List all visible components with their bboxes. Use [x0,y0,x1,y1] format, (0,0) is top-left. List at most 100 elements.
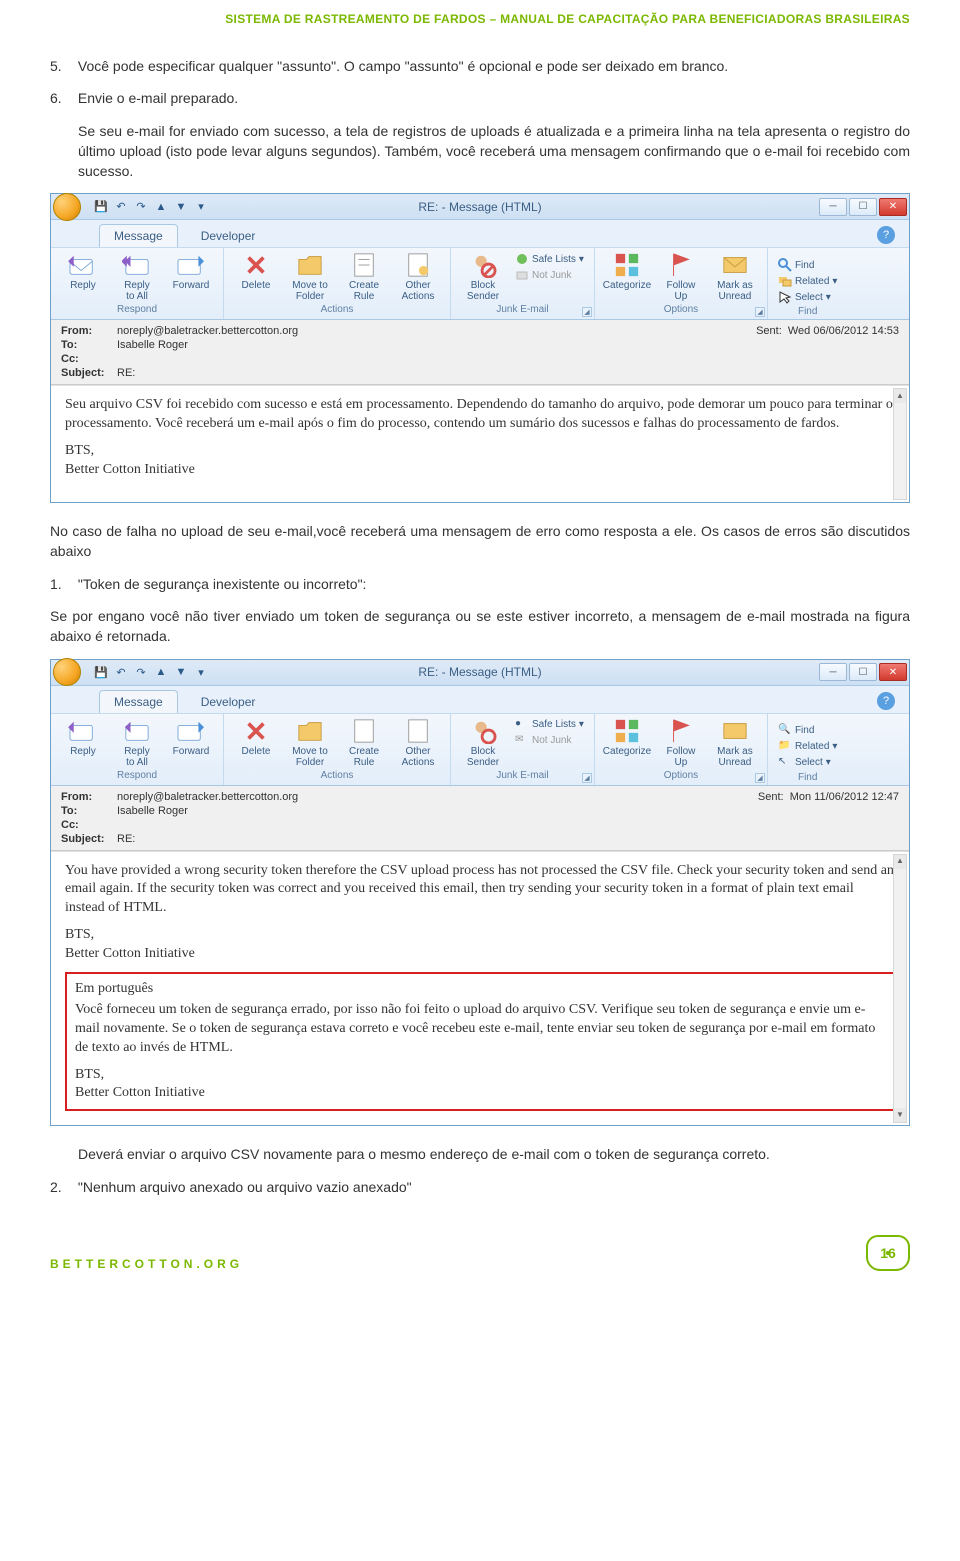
undo-icon[interactable]: ↶ [113,199,129,215]
related-icon: 📁 [778,740,792,754]
forward-button[interactable]: Forward [169,252,213,291]
other-actions-button[interactable]: Other Actions [396,718,440,768]
scrollbar[interactable]: ▲ ▼ [893,854,907,1124]
reply-button[interactable]: Reply [61,718,105,757]
email-signature-1: BTS, [65,442,895,461]
tab-message[interactable]: Message [99,224,178,247]
categorize-icon [612,252,642,278]
reply-all-button[interactable]: Reply to All [115,718,159,768]
reply-icon [68,718,98,744]
delete-button[interactable]: Delete [234,252,278,291]
list-item-6: 6. Envie o e-mail preparado. [50,88,910,108]
other-actions-button[interactable]: Other Actions [396,252,440,302]
follow-up-button[interactable]: Follow Up [659,252,703,302]
list-6-continuation: Se seu e-mail for enviado com sucesso, a… [50,121,910,182]
email-headers: From:noreply@baletracker.bettercotton.or… [51,786,909,851]
group-label-junk: Junk E-mail [461,768,584,781]
tab-message[interactable]: Message [99,690,178,713]
forward-button[interactable]: Forward [169,718,213,757]
dialog-launcher-icon[interactable]: ◢ [582,773,592,783]
group-label-find: Find [778,304,838,317]
move-to-folder-button[interactable]: Move to Folder [288,718,332,768]
select-icon [778,290,792,304]
mark-unread-button[interactable]: Mark as Unread [713,718,757,768]
block-sender-button[interactable]: Block Sender [461,252,505,302]
scroll-down-icon[interactable]: ▼ [894,1108,906,1122]
block-sender-button[interactable]: Block Sender [461,718,505,768]
to-value: Isabelle Roger [117,339,899,351]
reply-button[interactable]: Reply [61,252,105,291]
undo-icon[interactable]: ↶ [113,664,129,680]
delete-button[interactable]: Delete [234,718,278,757]
redo-icon[interactable]: ↷ [133,664,149,680]
flag-icon [666,718,696,744]
redo-icon[interactable]: ↷ [133,199,149,215]
find-button[interactable]: Find [778,258,838,272]
find-button[interactable]: 🔍Find [778,724,838,738]
related-icon [778,274,792,288]
help-icon[interactable]: ? [877,226,895,244]
block-sender-icon [468,252,498,278]
categorize-button[interactable]: Categorize [605,718,649,757]
reply-all-icon [122,718,152,744]
create-rule-button[interactable]: Create Rule [342,718,386,768]
select-button[interactable]: Select ▾ [778,290,838,304]
email-body: Seu arquivo CSV foi recebido com sucesso… [51,385,909,502]
qat-dropdown-icon[interactable]: ▾ [193,199,209,215]
not-junk-button[interactable]: Not Junk [515,268,584,282]
dialog-launcher-icon[interactable]: ◢ [582,307,592,317]
email-body: You have provided a wrong security token… [51,851,909,1126]
next-icon[interactable]: ▼ [173,199,189,215]
maximize-button[interactable]: ☐ [849,663,877,681]
safe-lists-button[interactable]: Safe Lists ▾ [515,252,584,266]
list-text-6: Envie o e-mail preparado. [78,90,238,106]
mid-paragraph-1: No caso de falha no upload de seu e-mail… [50,521,910,562]
prev-icon[interactable]: ▲ [153,199,169,215]
closing-paragraph: Deverá enviar o arquivo CSV novamente pa… [50,1144,910,1164]
safe-lists-button[interactable]: ●Safe Lists ▾ [515,718,584,732]
close-button[interactable]: ✕ [879,663,907,681]
mark-unread-button[interactable]: Mark as Unread [713,252,757,302]
related-button[interactable]: 📁Related ▾ [778,740,838,754]
save-icon[interactable]: 💾 [93,199,109,215]
group-respond: Reply Reply to All Forward Respond [51,714,224,785]
email-signature-1: BTS, [65,926,895,945]
follow-up-button[interactable]: Follow Up [659,718,703,768]
prev-icon[interactable]: ▲ [153,664,169,680]
reply-all-button[interactable]: Reply to All [115,252,159,302]
sent-value: Mon 11/06/2012 12:47 [790,791,899,803]
move-to-folder-button[interactable]: Move to Folder [288,252,332,302]
categorize-button[interactable]: Categorize [605,252,649,291]
minimize-button[interactable]: ─ [819,663,847,681]
maximize-button[interactable]: ☐ [849,198,877,216]
office-orb-icon[interactable] [53,658,81,686]
scroll-up-icon[interactable]: ▲ [894,855,906,869]
qat-dropdown-icon[interactable]: ▾ [193,664,209,680]
not-junk-button[interactable]: ✉Not Junk [515,734,584,748]
list-text-5: Você pode especificar qualquer "assunto"… [78,58,728,74]
email-paragraph: You have provided a wrong security token… [65,862,895,919]
dialog-launcher-icon[interactable]: ◢ [755,773,765,783]
tab-developer[interactable]: Developer [186,224,271,247]
minimize-button[interactable]: ─ [819,198,847,216]
scrollbar[interactable]: ▲ [893,388,907,500]
email-signature-2: Better Cotton Initiative [65,945,895,964]
mid-paragraph-2: Se por engano você não tiver enviado um … [50,606,910,647]
mark-unread-icon [720,718,750,744]
create-rule-button[interactable]: Create Rule [342,252,386,302]
safe-lists-icon [515,252,529,266]
related-button[interactable]: Related ▾ [778,274,838,288]
close-button[interactable]: ✕ [879,198,907,216]
group-respond: Reply Reply to All Forward Respond [51,248,224,319]
portuguese-translation-box: Em português Você forneceu um token de s… [65,972,895,1111]
office-orb-icon[interactable] [53,193,81,221]
group-actions: Delete Move to Folder Create Rule Other … [224,248,451,319]
scroll-up-icon[interactable]: ▲ [894,389,906,403]
next-icon[interactable]: ▼ [173,664,189,680]
tab-developer[interactable]: Developer [186,690,271,713]
select-button[interactable]: ↖Select ▾ [778,756,838,770]
dialog-launcher-icon[interactable]: ◢ [755,307,765,317]
cc-label: Cc: [61,353,117,365]
help-icon[interactable]: ? [877,692,895,710]
save-icon[interactable]: 💾 [93,664,109,680]
